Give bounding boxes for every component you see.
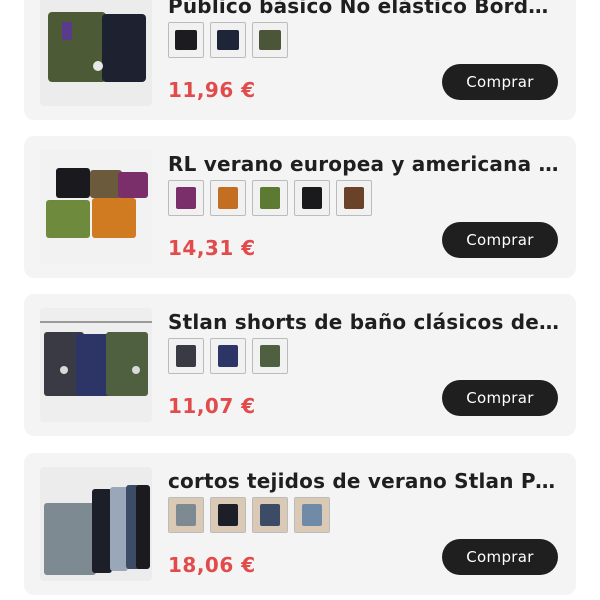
product-price: 11,07 €: [168, 394, 256, 418]
variant-swatch[interactable]: [168, 497, 204, 533]
product-title[interactable]: RL verano europea y americana cort...: [168, 152, 560, 176]
product-image[interactable]: [40, 308, 152, 422]
variant-swatches: [168, 180, 378, 218]
variant-swatches: [168, 497, 336, 535]
product-card[interactable]: Público básico No elástico Bordado... 11…: [24, 0, 576, 120]
product-list: Público básico No elástico Bordado... 11…: [0, 0, 600, 600]
variant-swatch[interactable]: [294, 180, 330, 216]
product-price: 18,06 €: [168, 553, 256, 577]
product-image[interactable]: [40, 467, 152, 581]
product-card[interactable]: Stlan shorts de baño clásicos de ver... …: [24, 294, 576, 436]
product-price: 11,96 €: [168, 78, 256, 102]
buy-button[interactable]: Comprar: [442, 64, 558, 100]
variant-swatches: [168, 338, 294, 376]
product-title[interactable]: Público básico No elástico Bordado...: [168, 0, 560, 18]
variant-swatch[interactable]: [336, 180, 372, 216]
product-card[interactable]: cortos tejidos de verano Stlan Panta... …: [24, 453, 576, 595]
variant-swatch[interactable]: [252, 497, 288, 533]
buy-button[interactable]: Comprar: [442, 539, 558, 575]
buy-button[interactable]: Comprar: [442, 222, 558, 258]
product-price: 14,31 €: [168, 236, 256, 260]
variant-swatch[interactable]: [210, 497, 246, 533]
product-image[interactable]: [40, 0, 152, 106]
product-card[interactable]: RL verano europea y americana cort... 14…: [24, 136, 576, 278]
variant-swatch[interactable]: [210, 338, 246, 374]
buy-button[interactable]: Comprar: [442, 380, 558, 416]
product-title[interactable]: cortos tejidos de verano Stlan Panta...: [168, 469, 560, 493]
variant-swatch[interactable]: [168, 338, 204, 374]
variant-swatch[interactable]: [168, 22, 204, 58]
variant-swatch[interactable]: [294, 497, 330, 533]
variant-swatch[interactable]: [252, 180, 288, 216]
product-title[interactable]: Stlan shorts de baño clásicos de ver...: [168, 310, 560, 334]
product-image[interactable]: [40, 150, 152, 264]
variant-swatch[interactable]: [210, 22, 246, 58]
variant-swatches: [168, 22, 294, 60]
variant-swatch[interactable]: [210, 180, 246, 216]
variant-swatch[interactable]: [252, 22, 288, 58]
variant-swatch[interactable]: [168, 180, 204, 216]
variant-swatch[interactable]: [252, 338, 288, 374]
